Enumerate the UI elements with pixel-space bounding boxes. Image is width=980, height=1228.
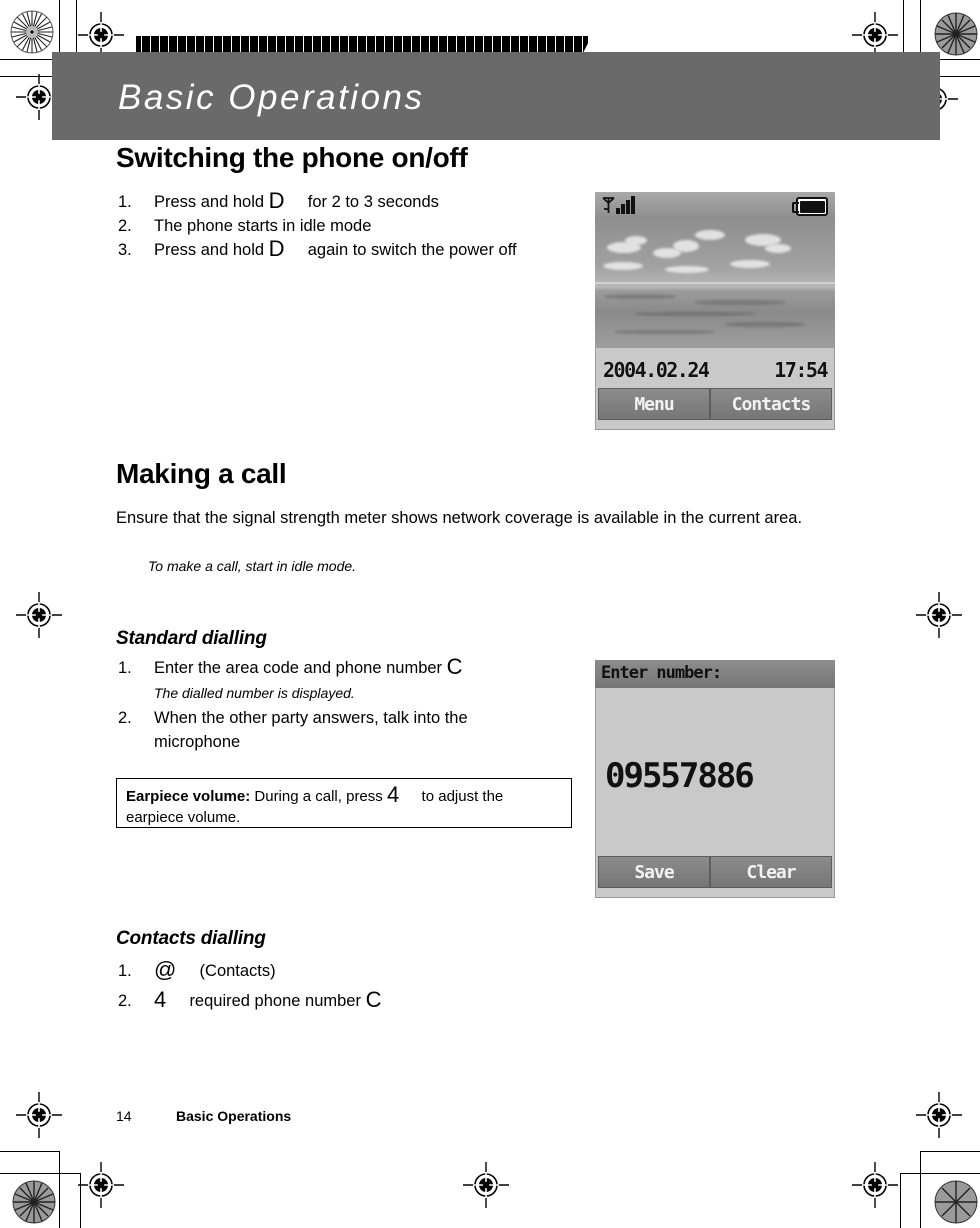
step-number: 2. — [118, 992, 132, 1010]
signal-bar-2 — [621, 204, 625, 214]
list-item: 2. The phone starts in idle mode — [118, 214, 588, 238]
antenna-icon — [602, 197, 615, 213]
step-number: 1. — [118, 193, 132, 211]
section-heading-contacts-dialling: Contacts dialling — [116, 928, 266, 949]
horizon-line — [595, 282, 835, 284]
signal-bar-3 — [626, 200, 630, 214]
sea-streak — [635, 312, 755, 316]
cloud — [625, 236, 647, 245]
idle-date: 2004.02.24 — [603, 358, 710, 382]
step-subnote: The dialled number is displayed. — [154, 685, 355, 701]
softkey-clear[interactable]: Clear — [710, 856, 832, 888]
softkey-save[interactable]: Save — [598, 856, 710, 888]
key-glyph-power-icon: D — [268, 236, 285, 261]
softkey-contacts[interactable]: Contacts — [710, 388, 832, 420]
step-number: 1. — [118, 659, 132, 677]
list-item: 1. Enter the area code and phone number … — [118, 656, 548, 704]
step-number: 2. — [118, 709, 132, 727]
key-glyph-power-icon: D — [268, 188, 285, 213]
steps-contacts-dialling: 1. @ (Contacts) 2. 4 required phone numb… — [118, 956, 548, 1016]
making-a-call-body: Ensure that the signal strength meter sh… — [116, 509, 803, 527]
signal-bar-4 — [631, 196, 635, 214]
phone-title-text: Enter number: — [601, 663, 722, 683]
section-heading-standard-dialling: Standard dialling — [116, 628, 267, 649]
page-content: Switching the phone on/off 1. Press and … — [0, 0, 980, 1228]
list-item: 1. @ (Contacts) — [118, 956, 548, 986]
cloud — [765, 244, 791, 253]
step-text: When the other party answers, talk into … — [154, 709, 468, 751]
sea-streak — [695, 300, 785, 305]
note-text-before: During a call, press — [254, 788, 383, 805]
key-glyph-call-icon: C — [446, 654, 463, 679]
signal-bars-icon — [602, 196, 635, 214]
phone-title-bar: Enter number: — [595, 660, 835, 688]
step-text: Enter the area code and phone number — [154, 659, 443, 677]
step-text: The phone starts in idle mode — [154, 217, 372, 235]
cloud — [603, 262, 643, 270]
step-text-after: required phone number — [189, 992, 361, 1010]
battery-full-icon — [792, 197, 828, 216]
key-glyph-navigation-icon: 4 — [386, 782, 400, 807]
list-item: 3. Press and hold D again to switch the … — [118, 238, 588, 262]
cloud — [673, 240, 699, 252]
steps-switching: 1. Press and hold D for 2 to 3 seconds 2… — [118, 190, 588, 262]
step-text-after: again to switch the power off — [307, 241, 517, 259]
cloud — [695, 230, 725, 240]
cloud — [665, 266, 709, 273]
step-text-after: (Contacts) — [199, 962, 276, 980]
list-item: 1. Press and hold D for 2 to 3 seconds — [118, 190, 588, 214]
idle-time: 17:54 — [774, 358, 828, 382]
step-text: Press and hold — [154, 193, 265, 211]
footer-page-number: 14 — [116, 1108, 132, 1124]
steps-standard-dialling: 1. Enter the area code and phone number … — [118, 656, 548, 754]
step-number: 2. — [118, 217, 132, 235]
phone-screen-idle: 2004.02.24 17:54 Menu Contacts — [595, 192, 835, 430]
making-a-call-note: To make a call, start in idle mode. — [148, 558, 357, 574]
signal-bar-1 — [616, 208, 620, 214]
cloud — [730, 260, 770, 268]
key-glyph-navigation-icon: 4 — [154, 987, 167, 1012]
softkey-menu[interactable]: Menu — [598, 388, 710, 420]
section-heading-making-a-call: Making a call — [116, 458, 287, 489]
step-text: Press and hold — [154, 241, 265, 259]
section-heading-switching: Switching the phone on/off — [116, 142, 468, 173]
note-label: Earpiece volume: — [126, 788, 251, 805]
wallpaper-photo — [595, 218, 835, 348]
sea-streak — [615, 330, 715, 334]
earpiece-volume-note: Earpiece volume: During a call, press 4 … — [116, 778, 572, 828]
list-item: 2. When the other party answers, talk in… — [118, 706, 548, 754]
step-number: 3. — [118, 241, 132, 259]
key-glyph-call-icon: C — [365, 987, 382, 1012]
dialled-number: 09557886 — [605, 756, 755, 796]
footer-section-name: Basic Operations — [176, 1108, 292, 1124]
sea-streak — [605, 294, 675, 299]
key-glyph-contacts-icon: @ — [154, 957, 177, 982]
step-text-after: for 2 to 3 seconds — [307, 193, 439, 211]
sea-streak — [725, 322, 805, 327]
step-number: 1. — [118, 962, 132, 980]
list-item: 2. 4 required phone number C — [118, 986, 548, 1016]
phone-screen-enter-number: Enter number: 09557886 Save Clear — [595, 660, 835, 898]
